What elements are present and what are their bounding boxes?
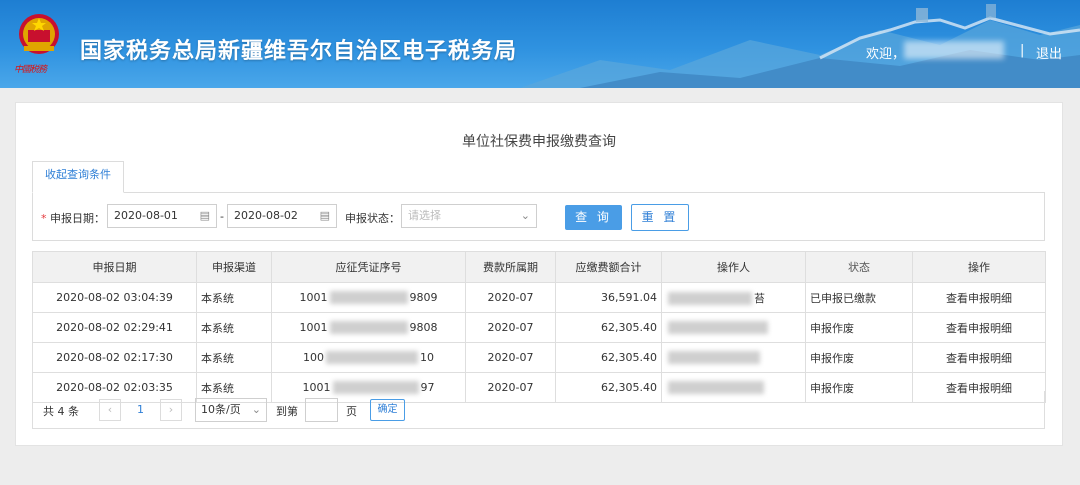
col-header-voucher: 应征凭证序号: [271, 251, 466, 283]
date-label-text: 申报日期：: [50, 212, 105, 225]
cell-status: 申报作废: [805, 342, 913, 373]
prev-page-button[interactable]: ‹: [99, 399, 121, 421]
date-label: * 申报日期：: [41, 210, 105, 226]
operator-suffix: 苔: [754, 291, 765, 305]
cell-operator: [661, 312, 806, 343]
col-header-channel: 申报渠道: [196, 251, 272, 283]
col-header-action: 操作: [912, 251, 1046, 283]
redacted-block: [329, 291, 408, 305]
col-header-status: 状态: [805, 251, 913, 283]
goto-page-input[interactable]: [305, 398, 338, 422]
date-from-input[interactable]: 2020-08-01 ▤: [107, 204, 217, 228]
reset-button[interactable]: 重 置: [631, 204, 689, 231]
col-header-operator: 操作人: [661, 251, 806, 283]
view-detail-link[interactable]: 查看申报明细: [912, 342, 1046, 373]
site-title: 国家税务总局新疆维吾尔自治区电子税务局: [80, 39, 518, 64]
cell-amount: 62,305.40: [555, 312, 662, 343]
date-to-input[interactable]: 2020-08-02 ▤: [227, 204, 337, 228]
table-header-row: 申报日期 申报渠道 应征凭证序号 费款所属期 应缴费额合计 操作人 状态 操作: [32, 251, 1046, 283]
date-to-value: 2020-08-02: [234, 209, 298, 222]
total-prefix: 共: [43, 405, 54, 418]
query-button[interactable]: 查 询: [565, 205, 622, 230]
cell-status: 申报作废: [805, 312, 913, 343]
cell-channel: 本系统: [196, 282, 272, 313]
total-number: 4: [57, 405, 65, 418]
col-header-date: 申报日期: [32, 251, 197, 283]
cell-period: 2020-07: [465, 282, 556, 313]
cell-date: 2020-08-02 02:17:30: [32, 342, 197, 373]
cell-period: 2020-07: [465, 342, 556, 373]
col-header-amount: 应缴费额合计: [555, 251, 662, 283]
redacted-block: [668, 292, 752, 305]
voucher-suffix: 10: [420, 350, 434, 364]
welcome-text: 欢迎，: [866, 47, 906, 62]
username-redacted: [904, 41, 1004, 59]
date-from-value: 2020-08-01: [114, 209, 178, 222]
col-header-period: 费款所属期: [465, 251, 556, 283]
cell-status: 已申报已缴款: [805, 282, 913, 313]
emblem-caption: 中國税務: [14, 65, 47, 75]
total-suffix: 条: [68, 405, 79, 418]
national-emblem-icon: [19, 14, 59, 54]
cell-channel: 本系统: [196, 342, 272, 373]
cell-amount: 62,305.40: [555, 342, 662, 373]
view-detail-link[interactable]: 查看申报明细: [912, 312, 1046, 343]
table-row: 2020-08-02 02:17:30 本系统 100 10 2020-07 62…: [32, 342, 1046, 373]
cell-voucher: 100 10: [271, 342, 466, 373]
status-placeholder: 请选择: [408, 209, 441, 222]
logout-link[interactable]: 退出: [1036, 43, 1062, 62]
results-table: 申报日期 申报渠道 应征凭证序号 费款所属期 应缴费额合计 操作人 状态 操作 …: [32, 251, 1046, 403]
calendar-icon: ▤: [319, 209, 330, 222]
cell-voucher: 1001 9808: [271, 312, 466, 343]
page-size-select[interactable]: 10条/页 ⌄: [195, 398, 267, 422]
redacted-block: [329, 321, 408, 335]
view-detail-link[interactable]: 查看申报明细: [912, 282, 1046, 313]
redacted-block: [668, 321, 768, 335]
header-separator: |: [1020, 43, 1025, 58]
voucher-suffix: 9809: [409, 290, 438, 304]
cell-amount: 36,591.04: [555, 282, 662, 313]
redacted-block: [668, 351, 760, 365]
redacted-block: [326, 351, 418, 365]
cell-date: 2020-08-02 02:29:41: [32, 312, 197, 343]
query-form: * 申报日期： 2020-08-01 ▤ - 2020-08-02 ▤ 申报状态…: [32, 192, 1045, 241]
goto-label: 到第: [276, 405, 298, 418]
chevron-down-icon: ⌄: [251, 403, 261, 416]
page-title: 单位社保费申报缴费查询: [462, 134, 616, 150]
date-range-separator: -: [220, 210, 224, 223]
cell-voucher: 1001 9809: [271, 282, 466, 313]
chevron-down-icon: ⌄: [520, 209, 530, 222]
page-size-value: 10条/页: [201, 403, 241, 416]
query-panel: 单位社保费申报缴费查询 收起查询条件 * 申报日期： 2020-08-01 ▤ …: [15, 102, 1063, 446]
voucher-prefix: 1001: [299, 290, 328, 304]
table-row: 2020-08-02 03:04:39 本系统 1001 9809 2020-07…: [32, 282, 1046, 313]
next-page-button[interactable]: ›: [160, 399, 182, 421]
site-header: 中國税務 国家税务总局新疆维吾尔自治区电子税务局 欢迎， | 退出: [0, 0, 1080, 88]
cell-date: 2020-08-02 03:04:39: [32, 282, 197, 313]
table-row: 2020-08-02 02:29:41 本系统 1001 9808 2020-07…: [32, 312, 1046, 343]
page-unit-label: 页: [346, 405, 357, 418]
pagination: 共 4 条 ‹ 1 › 10条/页 ⌄ 到第 页 确定: [32, 391, 1045, 429]
collapse-query-tab[interactable]: 收起查询条件: [32, 161, 124, 193]
cell-operator: 苔: [661, 282, 806, 313]
status-label: 申报状态：: [345, 212, 400, 225]
cell-operator: [661, 342, 806, 373]
total-count: 共 4 条: [43, 403, 79, 419]
voucher-suffix: 9808: [409, 320, 438, 334]
status-select[interactable]: 请选择 ⌄: [401, 204, 537, 228]
voucher-prefix: 100: [303, 350, 324, 364]
required-mark: *: [41, 212, 47, 225]
page-number-1[interactable]: 1: [137, 403, 144, 416]
cell-period: 2020-07: [465, 312, 556, 343]
goto-confirm-button[interactable]: 确定: [370, 399, 405, 421]
voucher-prefix: 1001: [299, 320, 328, 334]
calendar-icon: ▤: [199, 209, 210, 222]
cell-channel: 本系统: [196, 312, 272, 343]
